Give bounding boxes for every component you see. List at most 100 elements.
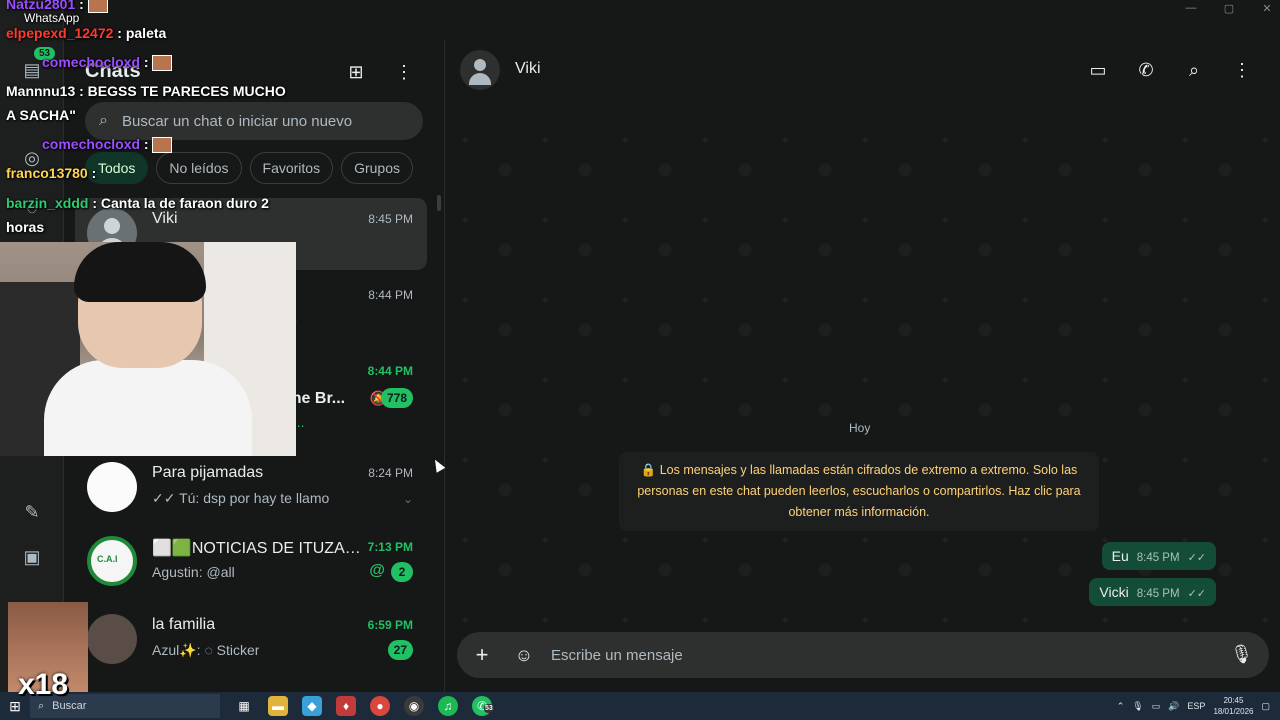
whatsapp-badge: 53 [484,704,494,713]
message-text: Eu [1111,548,1129,564]
obs-icon[interactable]: ◉ [404,696,424,716]
phone-call-icon[interactable]: ✆ [1134,58,1158,82]
filter-unread[interactable]: No leídos [156,152,242,184]
clock-date: 18/01/2026 [1213,707,1254,716]
task-view-icon[interactable]: ▦ [234,696,254,716]
mention-icon: @ [369,562,385,579]
overlay-text: : [79,0,84,12]
avatar [87,536,137,586]
chevron-up-icon[interactable]: ⌃ [1117,701,1125,712]
overlay-text: : [143,136,149,152]
taskbar-apps: ▦ ▬ ◆ ♦ ● ◉ ♫ ✆ 53 [234,696,494,716]
overlay-text: : Canta la de faraon duro 2 [92,195,269,211]
overlay-user: elpepexd_12472 [6,25,114,41]
search-icon: ⌕ [99,112,108,129]
person-hair [74,242,206,302]
filter-favorites[interactable]: Favoritos [249,152,334,184]
search-input[interactable] [121,112,402,130]
emote-icon [152,137,173,154]
emote-icon [152,55,173,72]
microphone-icon[interactable]: 🎙 [1230,644,1253,665]
overlay-text: horas [6,219,45,235]
conversation-panel: Viki ▭ ✆ ⌕ ⋮ Hoy 🔒 Los mensajes y las ll… [445,40,1280,692]
chat-time: 8:44 PM [368,288,413,302]
window-controls: — ▢ ✕ [1184,2,1274,15]
read-ticks-icon: ✓✓ [1187,588,1206,600]
attach-icon[interactable]: + [471,642,493,668]
minimize-button[interactable]: — [1184,2,1198,15]
chat-time: 8:45 PM [368,212,413,226]
list-scrollbar[interactable] [437,195,441,211]
file-explorer-icon[interactable]: ▬ [268,696,288,716]
contact-name[interactable]: Viki [515,60,541,78]
overlay-user: comechocloxd [42,136,141,152]
message-composer: + ☺ 🎙 [457,632,1269,678]
chat-name: la familia [152,616,216,633]
list-actions: ⊞ ⋮ [344,60,416,84]
maximize-button[interactable]: ▢ [1222,2,1236,15]
avatar [87,462,137,512]
unread-badge: 778 [380,388,413,408]
clock-time: 20:45 [1223,696,1244,705]
overlay-chat-line: barzin_xddd : Canta la de faraon duro 2 [6,195,269,211]
overlay-chat-line: comechocloxd : [42,136,173,154]
menu-icon[interactable]: ⋮ [1230,58,1254,82]
message-text: Vicki [1099,584,1129,600]
overlay-text: : [91,165,97,181]
search-icon[interactable]: ⌕ [1182,58,1206,82]
avatar [87,614,137,664]
menu-icon[interactable]: ⋮ [392,60,416,84]
overlay-text: A SACHA" [6,107,76,123]
chat-row-la-familia[interactable]: la familia 6:59 PM Azul✨: ◌ Sticker 27 [75,604,427,676]
media-icon[interactable]: ▣ [20,545,44,569]
chat-preview: Azul✨: ◌ Sticker [152,642,260,658]
sticker-icon[interactable]: ☺ [513,645,535,666]
webcam-feed [0,242,296,456]
conversation-header[interactable]: Viki ▭ ✆ ⌕ ⋮ [445,40,1280,100]
new-chat-icon[interactable]: ⊞ [344,60,368,84]
notification-icon[interactable]: ▢ [1261,701,1270,712]
chat-time: 6:59 PM [367,618,413,632]
chrome-icon[interactable]: ● [370,696,390,716]
header-actions: ▭ ✆ ⌕ ⋮ [1086,58,1254,82]
message-bubble[interactable]: Vicki 8:45 PM ✓✓ [1089,578,1216,606]
chat-time: 8:44 PM [367,364,413,378]
person-shirt [44,360,252,456]
message-bubble[interactable]: Eu 8:45 PM ✓✓ [1101,542,1216,570]
close-button[interactable]: ✕ [1260,2,1274,15]
overlay-chat-line: Mannnu13 : BEGSS TE PARECES MUCHO [6,83,286,99]
spotify-icon[interactable]: ♫ [438,696,458,716]
message-input[interactable] [551,646,1211,664]
video-call-icon[interactable]: ▭ [1086,58,1110,82]
overlay-text: : BEGSS TE PARECES MUCHO [79,83,286,99]
overlay-chat-line: franco13780 : [6,165,96,181]
overlay-chat-line: comechocloxd : [42,54,173,72]
network-icon[interactable]: ▭ [1152,701,1161,712]
message-time: 8:45 PM [1136,588,1180,600]
filter-groups[interactable]: Grupos [341,152,414,184]
chevron-down-icon[interactable]: ⌄ [403,492,413,506]
overlay-user: franco13780 [6,165,88,181]
chat-row-noticias[interactable]: ⬜🟩NOTICIAS DE ITUZAI... 7:13 PM Agustin:… [75,526,427,598]
starred-icon[interactable]: ✎ [20,500,44,524]
store-icon[interactable]: ◆ [302,696,322,716]
whatsapp-icon[interactable]: ✆ 53 [472,696,494,716]
app-icon[interactable]: ♦ [336,696,356,716]
overlay-text: : [143,54,149,70]
unread-badge: 27 [387,640,413,660]
volume-icon[interactable]: 🔊 [1168,701,1179,712]
read-ticks-icon: ✓✓ [1187,552,1206,564]
microphone-icon[interactable]: 🎙 [1132,701,1143,712]
search-bar[interactable]: ⌕ [85,102,423,140]
clock[interactable]: 20:45 18/01/2026 [1213,695,1253,717]
chat-preview: Agustin: @all [152,564,235,580]
overlay-user: barzin_xddd [6,195,89,211]
message-time: 8:45 PM [1136,552,1180,564]
chats-icon[interactable]: ▤ [20,58,44,82]
chat-row-para-pijamadas[interactable]: Para pijamadas 8:24 PM ✓✓ Tú: dsp por ha… [75,452,427,524]
chat-name: Viki [152,210,178,227]
overlay-user: comechocloxd [42,54,141,70]
contact-avatar[interactable] [460,50,500,90]
encryption-notice[interactable]: 🔒 Los mensajes y las llamadas están cifr… [619,452,1099,531]
language-indicator[interactable]: ESP [1187,701,1205,711]
